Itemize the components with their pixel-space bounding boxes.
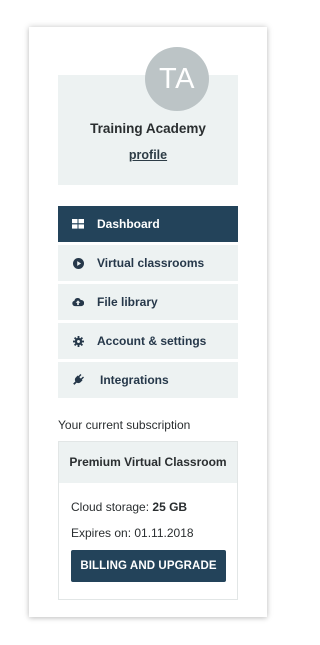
sidebar-nav: Dashboard Virtual classrooms File librar… — [58, 206, 238, 401]
cloud-upload-icon — [72, 296, 84, 308]
expires-value: 01.11.2018 — [134, 526, 194, 540]
sidebar-item-label: File library — [97, 295, 158, 309]
storage-value: 25 GB — [152, 500, 188, 514]
sidebar-item-file-library[interactable]: File library — [58, 284, 238, 320]
sidebar-item-account-settings[interactable]: Account & settings — [58, 323, 238, 359]
play-circle-icon — [72, 257, 84, 269]
expiry-info: Expires on: 01.11.2018 — [71, 526, 194, 540]
sidebar-item-label: Dashboard — [97, 217, 160, 231]
sidebar-item-virtual-classrooms[interactable]: Virtual classrooms — [58, 245, 238, 281]
gear-icon — [72, 335, 84, 347]
plug-icon — [72, 374, 84, 386]
avatar: TA — [145, 47, 209, 111]
sidebar-item-label: Virtual classrooms — [97, 256, 205, 270]
sidebar-item-dashboard[interactable]: Dashboard — [58, 206, 238, 242]
cloud-storage-info: Cloud storage: 25 GB — [71, 500, 187, 514]
sidebar-item-integrations[interactable]: Integrations — [58, 362, 238, 398]
plan-name: Premium Virtual Classroom — [59, 442, 237, 483]
organization-name: Training Academy — [90, 121, 206, 136]
subscription-panel: Premium Virtual Classroom Cloud storage:… — [58, 441, 238, 600]
grid-icon — [72, 218, 84, 230]
profile-link[interactable]: profile — [58, 148, 238, 162]
sidebar-item-label: Account & settings — [97, 334, 207, 348]
subscription-heading: Your current subscription — [58, 418, 191, 432]
account-sidebar-card: TA Training Academy profile Dashboard Vi… — [29, 27, 267, 617]
sidebar-item-label: Integrations — [100, 373, 169, 387]
expires-label: Expires on: — [71, 526, 135, 540]
storage-label: Cloud storage: — [71, 500, 153, 514]
profile-panel: TA Training Academy profile — [58, 47, 238, 185]
billing-and-upgrade-button[interactable]: BILLING AND UPGRADE — [71, 550, 226, 582]
